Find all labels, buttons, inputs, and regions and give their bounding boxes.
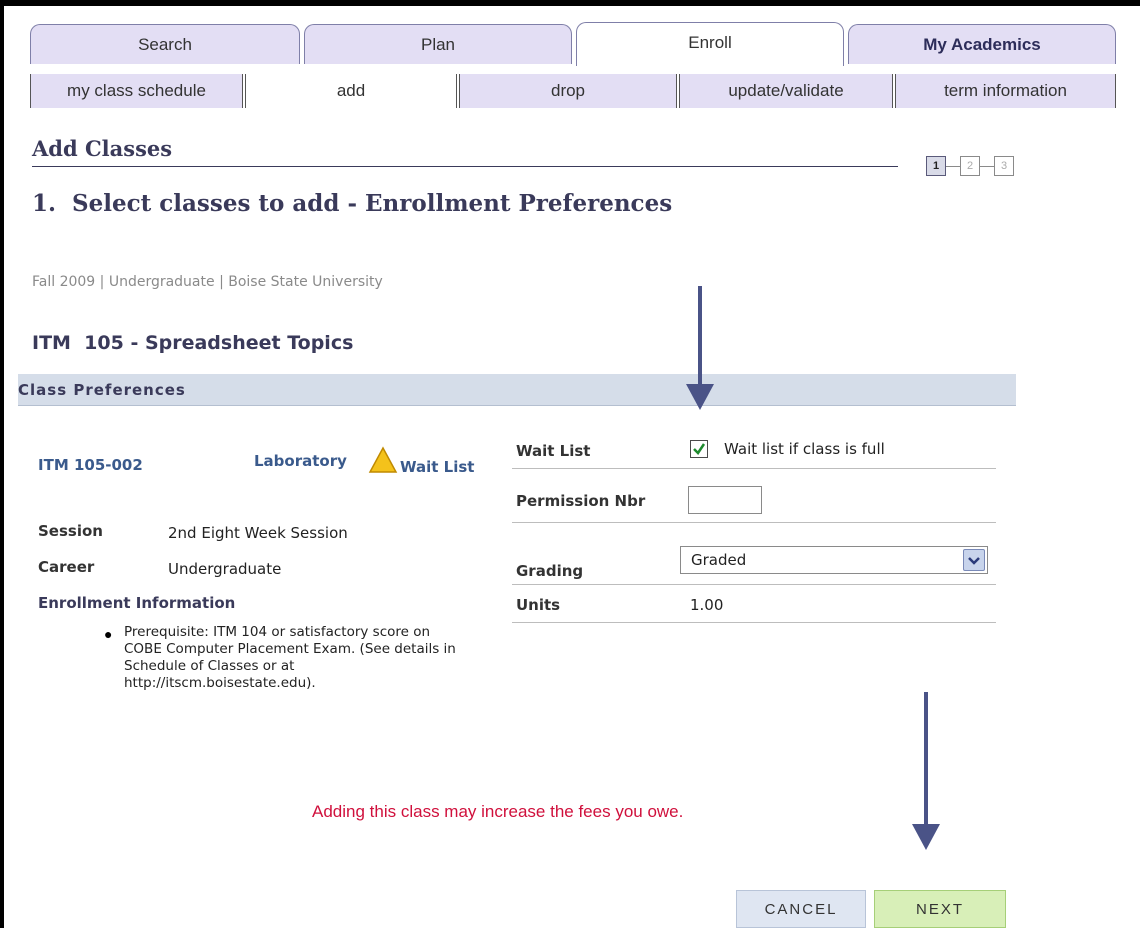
annotation-arrow-shaft xyxy=(698,286,702,386)
tab-search[interactable]: Search xyxy=(30,24,300,64)
permission-label: Permission Nbr xyxy=(516,492,646,510)
checkmark-icon xyxy=(693,443,706,455)
fee-warning: Adding this class may increase the fees … xyxy=(312,802,684,821)
page-title: Add Classes xyxy=(32,136,173,161)
units-label: Units xyxy=(516,596,561,614)
term-info: Fall 2009 | Undergraduate | Boise State … xyxy=(32,274,383,290)
annotation-arrow-shaft xyxy=(924,692,928,824)
tab-my-academics[interactable]: My Academics xyxy=(848,24,1116,64)
session-value: 2nd Eight Week Session xyxy=(168,524,348,542)
session-label: Session xyxy=(38,522,103,540)
subtab-label: update/validate xyxy=(728,81,844,100)
career-value: Undergraduate xyxy=(168,560,282,578)
subtab-update-validate[interactable]: update/validate xyxy=(680,74,892,108)
grading-select[interactable]: Graded xyxy=(680,546,988,574)
subtab-drop[interactable]: drop xyxy=(460,74,676,108)
annotation-arrow-down-icon xyxy=(686,384,714,410)
step-1: 1 xyxy=(926,156,946,176)
title-underline xyxy=(32,166,898,167)
tab-plan-label: Plan xyxy=(420,35,456,54)
tab-search-label: Search xyxy=(138,35,192,54)
chevron-down-icon xyxy=(968,557,980,565)
subtab-term-information[interactable]: term information xyxy=(896,74,1116,108)
cancel-button[interactable]: Cancel xyxy=(736,890,866,928)
warning-triangle-icon xyxy=(368,446,398,473)
permission-number-input[interactable] xyxy=(688,486,762,514)
wait-list-flag: Wait List xyxy=(400,458,475,476)
tab-enroll[interactable]: Enroll xyxy=(576,22,844,66)
subtab-label: term information xyxy=(944,81,1067,100)
step-3: 3 xyxy=(994,156,1014,176)
row-divider xyxy=(512,622,996,623)
row-divider xyxy=(512,468,996,469)
component-label: Laboratory xyxy=(254,452,347,470)
subtab-my-class-schedule[interactable]: my class schedule xyxy=(30,74,242,108)
course-title: ITM 105 - Spreadsheet Topics xyxy=(32,332,354,354)
class-section-link[interactable]: ITM 105-002 xyxy=(38,456,143,474)
step-connector xyxy=(946,166,960,167)
tab-plan[interactable]: Plan xyxy=(304,24,572,64)
grading-label: Grading xyxy=(516,562,584,580)
enrollment-info-text: Prerequisite: ITM 104 or satisfactory sc… xyxy=(124,624,456,691)
page-frame: Search Plan Enroll My Academics my class… xyxy=(2,4,1140,928)
dropdown-button[interactable] xyxy=(963,549,985,571)
tab-enroll-label: Enroll xyxy=(688,33,732,52)
step-heading: 1. Select classes to add - Enrollment Pr… xyxy=(32,190,673,217)
bullet: ● xyxy=(104,626,113,642)
row-divider xyxy=(512,522,996,523)
career-label: Career xyxy=(38,558,95,576)
waitlist-checkbox-label: Wait list if class is full xyxy=(724,440,885,458)
step-2: 2 xyxy=(960,156,980,176)
waitlist-label: Wait List xyxy=(516,442,591,460)
row-divider xyxy=(512,584,996,585)
enrollment-info-label: Enrollment Information xyxy=(38,594,236,612)
subtab-add[interactable]: add xyxy=(246,74,456,108)
subtab-label: add xyxy=(336,81,366,100)
subtab-label: drop xyxy=(550,81,586,100)
annotation-arrow-down-icon xyxy=(912,824,940,850)
subtab-label: my class schedule xyxy=(67,81,206,100)
class-preferences-header: Class Preferences xyxy=(18,374,1016,406)
step-connector xyxy=(980,166,994,167)
next-button[interactable]: Next xyxy=(874,890,1006,928)
class-preferences-title: Class Preferences xyxy=(18,381,186,399)
grading-selected-value: Graded xyxy=(691,551,747,569)
waitlist-checkbox[interactable] xyxy=(690,440,708,458)
tab-my-academics-label: My Academics xyxy=(923,35,1041,54)
units-value: 1.00 xyxy=(690,596,724,614)
